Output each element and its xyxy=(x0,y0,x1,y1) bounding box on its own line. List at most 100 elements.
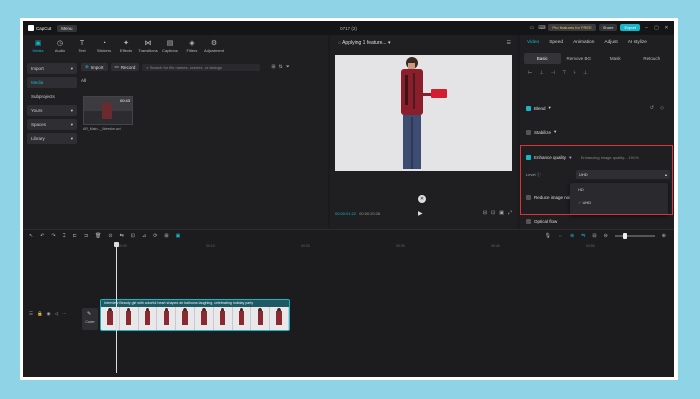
cover-button[interactable]: ✎ Cover xyxy=(82,308,98,330)
tool-transitions[interactable]: ⋈ Transitions xyxy=(137,35,159,57)
sidebar-yours[interactable]: Yours ▾ xyxy=(27,105,77,116)
reset-icon[interactable]: ↺ xyxy=(650,105,654,111)
split-right-icon[interactable]: ⊐ xyxy=(84,233,88,239)
align-middle-icon[interactable]: ⊦ xyxy=(573,70,576,76)
video-clip[interactable]: Interview Beauty girl with colorful hear… xyxy=(100,299,290,331)
sidebar-label: Yours xyxy=(31,108,43,113)
link-main-icon[interactable]: ⇔ xyxy=(558,233,563,239)
auto-reframe-icon[interactable]: ▣ xyxy=(176,233,181,239)
tool-effects[interactable]: ✦ Effects xyxy=(115,35,137,57)
tool-captions[interactable]: ▤ Captions xyxy=(159,35,181,57)
player-menu-icon[interactable]: ☰ xyxy=(507,40,511,46)
tool-adjustment[interactable]: ⚙ Adjustment xyxy=(203,35,225,57)
tool-filters[interactable]: ◈ Filters xyxy=(181,35,203,57)
freeze-icon[interactable]: ⊙ xyxy=(108,233,112,239)
snapshot-icon[interactable]: ▣ xyxy=(499,210,504,216)
stabilize-checkbox[interactable] xyxy=(526,129,531,135)
tab-speed[interactable]: Speed xyxy=(544,40,568,45)
rotate-icon[interactable]: ⟳ xyxy=(153,233,157,239)
sidebar-media[interactable]: Media xyxy=(27,77,77,88)
optical-flow-checkbox[interactable] xyxy=(526,219,531,224)
close-icon[interactable]: ✕ xyxy=(663,25,670,31)
tab-adjust[interactable]: Adjust xyxy=(599,40,622,45)
linkage-icon[interactable]: ⇋ xyxy=(581,233,585,239)
preview-axis-icon[interactable]: ⊟ xyxy=(592,233,596,239)
zoom-in-icon[interactable]: ⊕ xyxy=(662,233,666,239)
sort-icon[interactable]: ⇅ xyxy=(279,64,283,70)
align-bottom-icon[interactable]: ⊥ xyxy=(583,70,587,76)
blend-row[interactable]: Blend ▾ xyxy=(526,105,551,111)
sidebar-import[interactable]: Import ▾ xyxy=(27,63,77,74)
fit-icon[interactable]: ⊞ xyxy=(164,233,168,239)
minimize-icon[interactable]: – xyxy=(643,25,650,31)
video-preview[interactable] xyxy=(335,55,512,171)
track-menu-icon[interactable]: ☰ xyxy=(29,311,33,317)
tab-ai-stylize[interactable]: AI stylize xyxy=(623,40,652,45)
align-right-icon[interactable]: ⊣ xyxy=(551,70,555,76)
split-left-icon[interactable]: ⊏ xyxy=(73,233,77,239)
stabilize-row[interactable]: Stabilize ▾ xyxy=(526,129,556,135)
shortcuts-icon[interactable]: ⌨ xyxy=(538,25,545,31)
subtab-basic[interactable]: Basic xyxy=(524,53,561,64)
crop-tool-icon[interactable]: ⊡ xyxy=(131,233,135,239)
zoom-slider[interactable] xyxy=(614,233,655,239)
blend-checkbox[interactable] xyxy=(526,105,531,111)
select-tool-icon[interactable]: ↖ xyxy=(29,233,33,239)
pro-features-button[interactable]: Pro features for FREE xyxy=(548,24,596,31)
audio-mute-icon[interactable]: ◁ xyxy=(55,311,58,317)
tool-media[interactable]: ▣ Media xyxy=(27,35,49,57)
undo-icon[interactable]: ↶ xyxy=(40,233,44,239)
fullscreen-icon[interactable]: ⤢ xyxy=(508,210,512,216)
play-icon[interactable]: ▶ xyxy=(418,210,423,217)
tool-label: Transitions xyxy=(138,47,158,53)
media-thumbnail[interactable]: 00:43 xyxy=(83,96,133,125)
subtab-retouch[interactable]: Retouch xyxy=(634,53,671,64)
grid-view-icon[interactable]: ⊞ xyxy=(271,64,275,70)
visibility-icon[interactable]: ◉ xyxy=(47,311,51,317)
layout-icon[interactable]: ▭ xyxy=(528,25,535,31)
playhead-handle[interactable] xyxy=(114,242,119,247)
chevron-down-icon: ▾ xyxy=(386,40,391,46)
tab-animation[interactable]: Animation xyxy=(568,40,599,45)
sidebar-subprojects[interactable]: Subprojects xyxy=(27,91,77,102)
chevron-down-icon: ▾ xyxy=(70,122,73,127)
record-button[interactable]: ▭ Record xyxy=(110,63,140,71)
redo-icon[interactable]: ↷ xyxy=(51,233,55,239)
export-button[interactable]: Export xyxy=(620,24,640,31)
reverse-icon[interactable]: ⇆ xyxy=(120,233,124,239)
subtab-remove-bg[interactable]: Remove BG xyxy=(561,53,598,64)
align-top-icon[interactable]: ⊤ xyxy=(562,70,566,76)
mirror-icon[interactable]: ⊿ xyxy=(142,233,146,239)
clip-frame xyxy=(270,307,289,330)
keyframe-icon[interactable]: ◇ xyxy=(660,105,664,111)
more-icon[interactable]: ⋯ xyxy=(62,311,67,317)
crop-icon[interactable]: ⊡ xyxy=(491,210,495,216)
tab-video[interactable]: Video xyxy=(522,40,544,45)
tool-text[interactable]: T Text xyxy=(71,35,93,57)
tool-stickers[interactable]: ◔ Stickers xyxy=(93,35,115,57)
tool-audio[interactable]: ◷ Audio xyxy=(49,35,71,57)
delete-icon[interactable]: 🗑 xyxy=(95,233,101,239)
lock-icon[interactable]: 🔒 xyxy=(37,311,43,317)
playhead[interactable] xyxy=(114,242,119,373)
maximize-icon[interactable]: ▢ xyxy=(653,25,660,31)
search-input[interactable]: ⌕ Search for file names, scenes, or dial… xyxy=(142,63,261,71)
import-button[interactable]: ⊕ Import xyxy=(81,63,108,71)
clip-frame xyxy=(232,307,252,330)
ratio-icon[interactable]: ⊟ xyxy=(483,210,487,216)
optical-flow-row[interactable]: Optical flow xyxy=(526,219,557,224)
zoom-slider-knob[interactable] xyxy=(622,233,627,239)
zoom-out-icon[interactable]: ⊖ xyxy=(604,233,608,239)
microphone-icon[interactable]: 🎙 xyxy=(545,233,551,239)
subtab-mask[interactable]: Mask xyxy=(597,53,634,64)
align-left-icon[interactable]: ⊢ xyxy=(528,70,532,76)
sidebar-spaces[interactable]: Spaces ▾ xyxy=(27,119,77,130)
sidebar-library[interactable]: Library ▾ xyxy=(27,133,77,144)
sidebar-label: Subprojects xyxy=(31,94,55,99)
filter-icon[interactable]: ⏷ xyxy=(286,64,290,70)
align-center-icon[interactable]: ⊥ xyxy=(539,70,543,76)
magnet-icon[interactable]: ⊕ xyxy=(570,233,574,239)
split-icon[interactable]: ⌶ xyxy=(63,233,66,239)
share-button[interactable]: Share xyxy=(598,24,618,31)
cancel-processing-icon[interactable]: ✕ xyxy=(418,195,426,203)
